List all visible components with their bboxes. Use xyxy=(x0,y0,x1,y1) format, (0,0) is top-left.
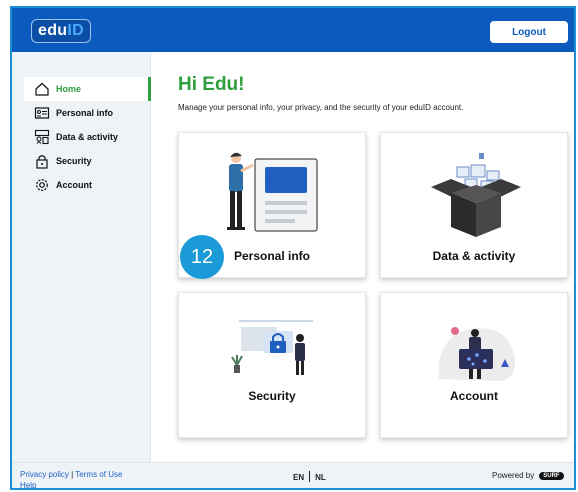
page-title: Hi Edu! xyxy=(178,74,245,95)
logo-accent-text: ID xyxy=(67,22,84,39)
personal-info-illustration xyxy=(227,152,318,232)
footer-links: Privacy policy | Terms of Use Help xyxy=(20,469,122,488)
lock-icon xyxy=(34,153,50,169)
surf-logo[interactable]: SURF xyxy=(539,471,564,480)
sidebar-item-data-activity[interactable]: Data & activity xyxy=(24,125,151,149)
lang-en-option[interactable]: EN xyxy=(293,473,304,482)
sidebar-item-home[interactable]: Home xyxy=(24,77,151,101)
sidebar-item-label: Home xyxy=(56,84,82,94)
id-card-icon xyxy=(34,105,50,121)
powered-by: Powered by SURF xyxy=(492,471,564,480)
footer-link-separator: | xyxy=(71,470,74,479)
data-activity-illustration xyxy=(431,153,521,237)
terms-of-use-link[interactable]: Terms of Use xyxy=(75,470,122,479)
help-link[interactable]: Help xyxy=(20,481,36,488)
step-badge: 12 xyxy=(180,235,224,279)
security-illustration xyxy=(231,320,313,375)
card-security[interactable]: Security xyxy=(178,292,366,438)
home-icon xyxy=(34,81,50,97)
card-account[interactable]: Account xyxy=(380,292,568,438)
sidebar-item-security[interactable]: Security xyxy=(24,149,151,173)
gear-icon xyxy=(34,177,50,193)
sidebar-item-label: Security xyxy=(56,156,92,166)
card-label: Data & activity xyxy=(432,249,516,263)
data-activity-icon xyxy=(34,129,50,145)
logout-button[interactable]: Logout xyxy=(490,21,568,43)
sidebar-item-personal-info[interactable]: Personal info xyxy=(24,101,151,125)
powered-by-label: Powered by xyxy=(492,471,535,480)
app-frame: eduID Logout Home Personal info Data & a… xyxy=(10,6,576,490)
sidebar-item-label: Personal info xyxy=(56,108,114,118)
account-illustration xyxy=(438,327,516,381)
eduid-logo[interactable]: eduID xyxy=(31,19,91,43)
main-content: Hi Edu! Manage your personal info, your … xyxy=(151,52,574,462)
top-bar: eduID Logout xyxy=(12,8,574,52)
card-label: Account xyxy=(450,389,498,403)
sidebar: Home Personal info Data & activity Secur… xyxy=(12,52,151,462)
sidebar-item-account[interactable]: Account xyxy=(24,173,151,197)
privacy-policy-link[interactable]: Privacy policy xyxy=(20,470,69,479)
logo-text: edu xyxy=(38,22,68,39)
card-data-activity[interactable]: Data & activity xyxy=(380,132,568,278)
card-label: Security xyxy=(248,389,296,403)
lang-nl-option[interactable]: NL xyxy=(315,473,326,482)
sidebar-item-label: Data & activity xyxy=(56,132,119,142)
language-switcher: EN NL xyxy=(293,471,326,482)
footer: Privacy policy | Terms of Use Help EN NL … xyxy=(12,462,574,488)
lang-divider xyxy=(309,471,311,482)
page-subtitle: Manage your personal info, your privacy,… xyxy=(178,103,464,112)
sidebar-item-label: Account xyxy=(56,180,92,190)
